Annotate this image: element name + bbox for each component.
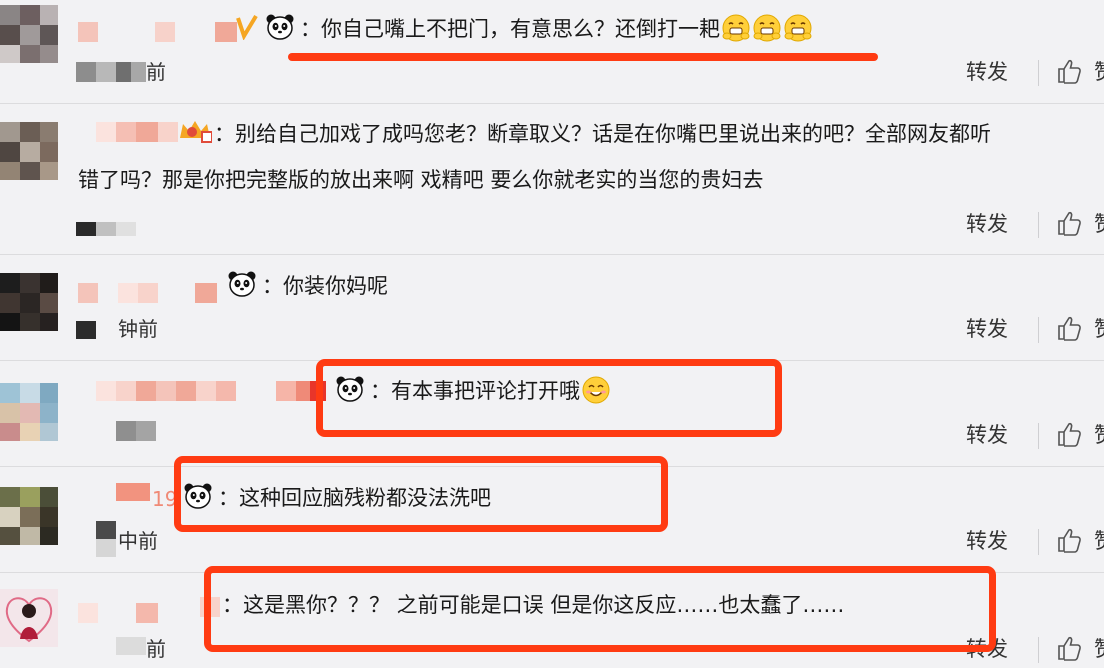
vip-crown-icon [178, 118, 213, 144]
timestamp-redacted [116, 637, 146, 655]
action-divider [1038, 60, 1039, 86]
annotation-box [174, 456, 668, 532]
annotation-box [316, 359, 782, 437]
grinning-face-icon [721, 13, 751, 43]
repost-button[interactable]: 转发 [966, 210, 1008, 238]
avatar[interactable] [0, 487, 58, 545]
avatar[interactable] [0, 5, 58, 63]
like-button[interactable]: 赞 [1094, 210, 1104, 238]
vip-badge-icon [236, 14, 258, 41]
thumbs-up-icon[interactable] [1056, 634, 1084, 662]
comment-item: ：别给自己加戏了成吗您老？断章取义？话是在你嘴巴里说出来的吧？全部网友都听 错了… [0, 104, 1104, 254]
timestamp: 钟前 [118, 317, 158, 341]
grinning-face-icon [752, 13, 782, 43]
comment-item: ：你装你妈呢 钟前 转发 赞 [0, 255, 1104, 360]
panda-emoji-icon [266, 14, 294, 40]
grinning-face-icon [783, 13, 813, 43]
comment-item: ：你自己嘴上不把门，有意思么？还倒打一耙 前 转发 赞 [0, 0, 1104, 103]
timestamp: 中前 [118, 529, 158, 553]
annotation-box [204, 566, 996, 652]
action-divider [1038, 637, 1039, 663]
action-divider [1038, 423, 1039, 449]
panda-emoji-icon [228, 271, 256, 297]
annotation-underline [288, 53, 878, 61]
thumbs-up-icon[interactable] [1056, 420, 1084, 448]
action-divider [1038, 212, 1039, 238]
timestamp: 前 [146, 60, 166, 84]
action-divider [1038, 317, 1039, 343]
comment-text-line2: 错了吗？那是你把完整版的放出来啊 戏精吧 要么你就老实的当您的贵妇去 [78, 168, 764, 192]
timestamp: 前 [146, 637, 166, 661]
action-divider [1038, 529, 1039, 555]
timestamp-redacted [96, 521, 116, 557]
username-redacted[interactable] [96, 381, 236, 401]
like-button[interactable]: 赞 [1094, 421, 1104, 449]
username-redacted[interactable] [96, 122, 178, 142]
comment-text: ：你装你妈呢 [228, 269, 388, 303]
thumbs-up-icon[interactable] [1056, 314, 1084, 342]
thumbs-up-icon[interactable] [1056, 526, 1084, 554]
comment-text: ：你自己嘴上不把门，有意思么？还倒打一耙 [266, 12, 813, 46]
repost-button[interactable]: 转发 [966, 58, 1008, 86]
like-button[interactable]: 赞 [1094, 58, 1104, 86]
timestamp-redacted [76, 321, 96, 339]
timestamp-redacted [116, 421, 156, 441]
like-button[interactable]: 赞 [1094, 315, 1104, 343]
comment-text: ：别给自己加戏了成吗您老？断章取义？话是在你嘴巴里说出来的吧？全部网友都听 [214, 122, 991, 146]
timestamp-redacted [76, 62, 146, 82]
like-button[interactable]: 赞 [1094, 527, 1104, 555]
avatar[interactable] [0, 122, 58, 180]
timestamp-redacted [76, 222, 136, 236]
username-redacted[interactable] [78, 283, 98, 303]
repost-button[interactable]: 转发 [966, 421, 1008, 449]
avatar[interactable] [0, 589, 58, 647]
repost-button[interactable]: 转发 [966, 527, 1008, 555]
username-redacted[interactable] [78, 22, 98, 42]
repost-button[interactable]: 转发 [966, 315, 1008, 343]
avatar[interactable] [0, 273, 58, 331]
avatar[interactable] [0, 383, 58, 441]
thumbs-up-icon[interactable] [1056, 209, 1084, 237]
thumbs-up-icon[interactable] [1056, 57, 1084, 85]
username-redacted[interactable] [78, 603, 98, 623]
username-redacted[interactable] [116, 483, 150, 501]
like-button[interactable]: 赞 [1094, 635, 1104, 663]
